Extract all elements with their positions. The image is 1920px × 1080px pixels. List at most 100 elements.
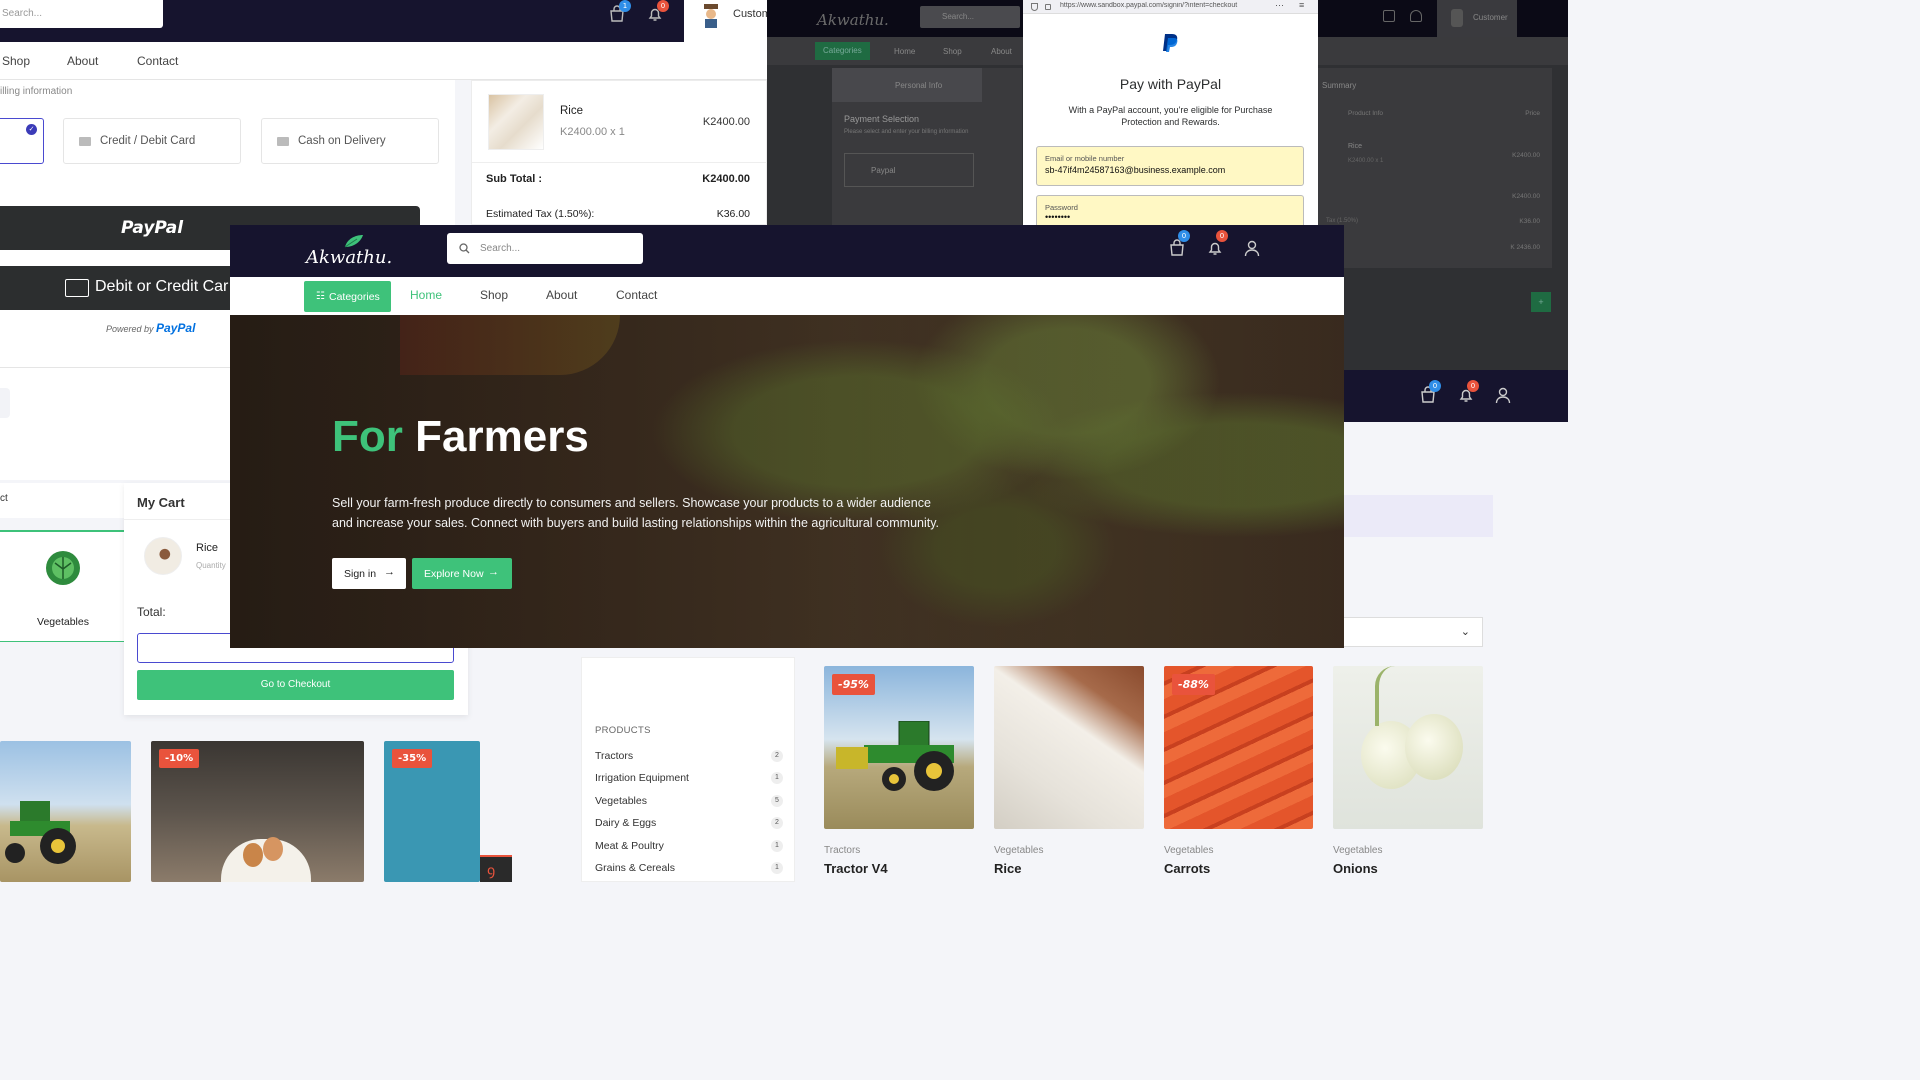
sidebar-item-meat[interactable]: Meat & Poultry 1 xyxy=(595,840,783,858)
brand-icon: ꝯ xyxy=(480,855,512,882)
dim-personal-tab[interactable]: Personal Info xyxy=(832,68,982,102)
password-field[interactable]: Password •••••••• xyxy=(1036,195,1304,225)
bell-icon[interactable]: 0 xyxy=(646,0,669,25)
discount-badge: -35% xyxy=(392,749,433,768)
hero-title-accent: For xyxy=(332,412,403,461)
dim-nav-about[interactable]: About xyxy=(991,47,1012,56)
more-icon[interactable]: ⋯ xyxy=(1275,0,1284,11)
payment-option-card[interactable]: Credit / Debit Card xyxy=(63,118,241,164)
card-option-label: Credit / Debit Card xyxy=(100,135,196,147)
product-image-tractor-left[interactable] xyxy=(0,741,131,882)
sidebar-item-vegetables[interactable]: Vegetables 5 xyxy=(595,795,783,813)
go-to-checkout-button[interactable]: Go to Checkout xyxy=(137,670,454,700)
nav-about[interactable]: About xyxy=(67,54,98,68)
category-label: Vegetables xyxy=(37,616,89,628)
password-label: Password xyxy=(1045,203,1078,212)
nav-about[interactable]: About xyxy=(546,288,577,302)
cart-icon[interactable]: 0 xyxy=(1419,380,1441,406)
chevron-down-icon: ⌄ xyxy=(1460,626,1470,638)
sign-in-button[interactable]: Sign in → xyxy=(332,558,406,589)
categories-button[interactable]: ☷ Categories xyxy=(304,281,391,312)
nav-shop[interactable]: Shop xyxy=(480,288,508,302)
nav-shop[interactable]: Shop xyxy=(2,54,30,68)
bell-icon[interactable]: 0 xyxy=(1206,230,1228,259)
cod-option-label: Cash on Delivery xyxy=(298,135,386,147)
product-name[interactable]: Carrots xyxy=(1164,861,1210,876)
sidebar-item-tractors[interactable]: Tractors 2 xyxy=(595,750,783,768)
notif-count-badge: 0 xyxy=(1216,230,1228,242)
dim-customer-menu[interactable]: Customer xyxy=(1437,0,1517,37)
powered-by-text: Powered by xyxy=(106,324,154,334)
search-input[interactable]: Search... xyxy=(0,0,163,28)
input-stub[interactable] xyxy=(0,388,10,418)
cart-icon[interactable]: 1 xyxy=(608,0,631,25)
user-icon[interactable] xyxy=(1243,239,1263,259)
product-image-third[interactable]: -35% xyxy=(384,741,480,882)
dim-avatar xyxy=(1451,9,1463,27)
bell-icon[interactable]: 0 xyxy=(1457,380,1479,406)
product-category: Tractors xyxy=(824,845,861,856)
explore-now-button[interactable]: Explore Now → xyxy=(412,558,512,589)
customer-menu[interactable]: Custom xyxy=(684,0,771,42)
checkout-header: Search... 1 0 Custom xyxy=(0,0,771,42)
email-field[interactable]: Email or mobile number sb-47if4m24587163… xyxy=(1036,146,1304,186)
debit-credit-button[interactable]: Debit or Credit Car xyxy=(0,266,232,310)
sidebar-item-dairy[interactable]: Dairy & Eggs 2 xyxy=(595,817,783,835)
product-name[interactable]: Tractor V4 xyxy=(824,861,888,876)
dim-nav-shop[interactable]: Shop xyxy=(943,47,962,56)
search-input[interactable]: Search... xyxy=(447,233,643,264)
cart-icon[interactable]: 0 xyxy=(1168,230,1190,259)
product-category: Vegetables xyxy=(994,845,1044,856)
nav-contact[interactable]: Contact xyxy=(616,288,657,302)
payment-option-cod[interactable]: Cash on Delivery xyxy=(261,118,439,164)
search-icon xyxy=(459,243,470,254)
dim-bell-icon[interactable] xyxy=(1410,10,1422,22)
dim-cart-icon[interactable] xyxy=(1383,10,1395,22)
dim-search-input[interactable]: Search... xyxy=(920,6,1020,28)
product-card-onions[interactable] xyxy=(1333,666,1483,829)
nav-home[interactable]: Home xyxy=(410,288,442,302)
product-card-carrots[interactable]: -88% xyxy=(1164,666,1313,829)
dim-nav-home[interactable]: Home xyxy=(894,47,915,56)
powered-by: Powered by PayPal xyxy=(106,321,195,335)
avatar xyxy=(702,4,720,28)
discount-badge: -88% xyxy=(1172,674,1215,695)
dim-customer-label: Customer xyxy=(1473,13,1508,22)
product-image-eggs[interactable]: -10% xyxy=(151,741,364,882)
product-name[interactable]: Rice xyxy=(994,861,1021,876)
cart-item-thumbnail xyxy=(144,537,182,575)
user-icon[interactable] xyxy=(1494,386,1514,406)
customer-label: Custom xyxy=(733,8,771,20)
dim-categories-button[interactable]: Categories xyxy=(815,42,870,60)
menu-icon[interactable]: ≡ xyxy=(1299,0,1304,10)
product-category: Vegetables xyxy=(1333,845,1383,856)
tractor-icon xyxy=(836,721,954,791)
product-category: Vegetables xyxy=(1164,845,1214,856)
dim-green-button[interactable]: + xyxy=(1531,292,1551,312)
sidebar-item-label: Irrigation Equipment xyxy=(595,772,689,784)
sidebar-item-grains[interactable]: Grains & Cereals 1 xyxy=(595,862,783,880)
popup-url[interactable]: https://www.sandbox.paypal.com/signin/?i… xyxy=(1060,2,1265,9)
sidebar-item-label: Vegetables xyxy=(595,795,647,807)
discount-badge: -10% xyxy=(159,749,200,768)
nav-contact[interactable]: Contact xyxy=(137,54,178,68)
category-card[interactable]: Vegetables xyxy=(0,530,126,642)
dim-col-product: Product Info xyxy=(1348,110,1384,117)
payment-option-paypal[interactable]: ✓ xyxy=(0,118,44,164)
sidebar-item-count: 2 xyxy=(771,750,783,762)
hero-banner: For Farmers Sell your farm-fresh produce… xyxy=(230,315,1344,648)
product-card-rice[interactable] xyxy=(994,666,1144,829)
dim-paypal-option[interactable]: Paypal xyxy=(844,153,974,187)
akwathu-logo[interactable]: Akwathu. xyxy=(306,233,396,271)
onion-stem xyxy=(1375,666,1415,726)
front-window: Akwathu. Search... 0 0 ☷ Categories Home… xyxy=(230,225,1344,648)
sidebar-item-irrigation[interactable]: Irrigation Equipment 1 xyxy=(595,772,783,790)
dim-tax: K36.00 xyxy=(1519,218,1540,225)
front-header: Akwathu. Search... 0 0 xyxy=(230,225,1344,277)
debit-button-label: Debit or Credit Car xyxy=(95,278,229,295)
sort-dropdown[interactable]: ⌄ xyxy=(1344,617,1483,647)
product-card-tractor[interactable]: -95% xyxy=(824,666,974,829)
arrow-right-icon: → xyxy=(488,566,499,578)
dim-payment-selection: Payment Selection xyxy=(844,114,920,124)
product-name[interactable]: Onions xyxy=(1333,861,1378,876)
